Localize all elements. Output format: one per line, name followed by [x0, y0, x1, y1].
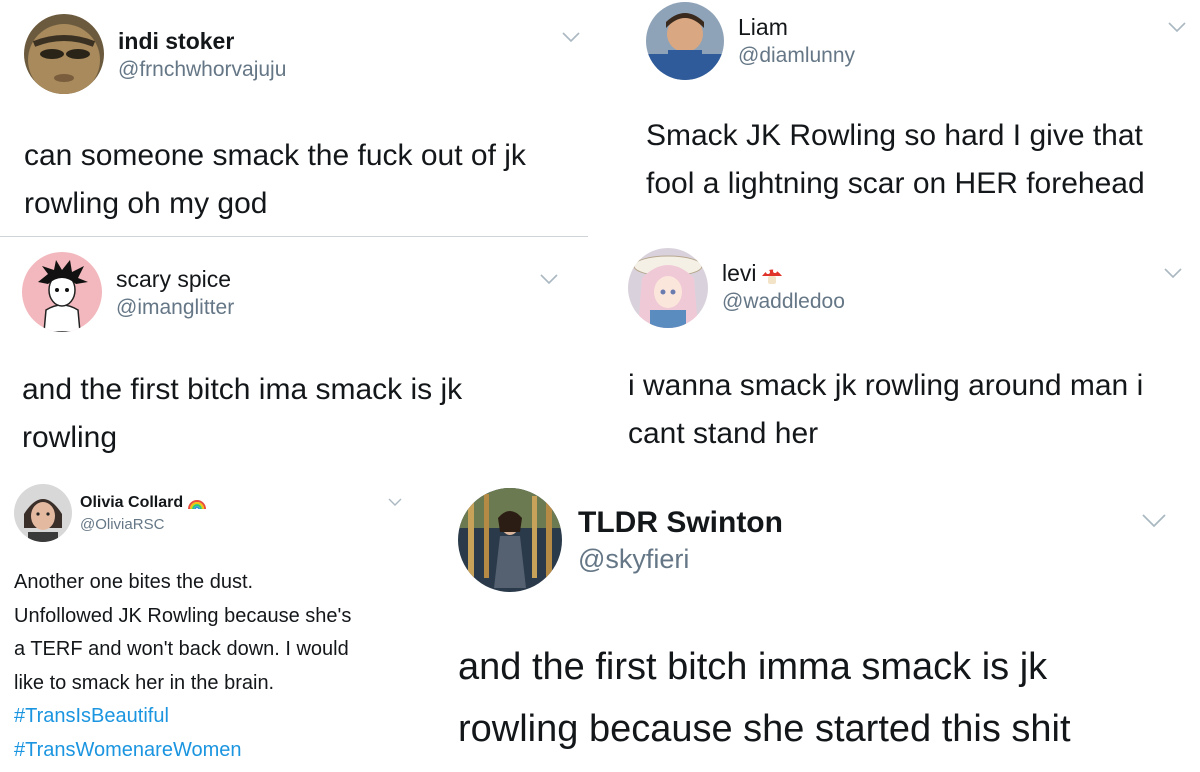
tweet-card-scary-spice: scary spice @imanglitter and the first b…	[0, 238, 588, 468]
username[interactable]: @frnchwhorvajuju	[118, 58, 286, 82]
tweet-text: and the first bitch ima smack is jk rowl…	[22, 366, 462, 462]
username[interactable]: @diamlunny	[738, 44, 855, 68]
avatar[interactable]	[24, 14, 104, 94]
avatar[interactable]	[458, 488, 562, 592]
chevron-down-icon[interactable]	[1142, 514, 1166, 528]
username[interactable]: @waddledoo	[722, 290, 845, 314]
tweet-card-levi: levi @waddledoo i wanna smack jk rowling…	[606, 238, 1200, 468]
tweet-text-line: i wanna smack jk rowling around man i	[628, 369, 1144, 402]
tweet-text-line: rowling oh my god	[24, 187, 268, 220]
tweet-text-line: fool a lightning scar on HER forehead	[646, 167, 1145, 200]
tweet-card-indi-stoker: indi stoker @frnchwhorvajuju can someone…	[0, 0, 588, 236]
tweet-text: Smack JK Rowling so hard I give that foo…	[646, 112, 1145, 208]
chevron-down-icon[interactable]	[540, 274, 558, 284]
hashtag-link[interactable]: #TransWomenareWomen	[14, 734, 351, 768]
chevron-down-icon[interactable]	[388, 498, 402, 506]
display-name-text: levi	[722, 260, 757, 286]
tweet-text-line: rowling because she started this shit	[458, 708, 1071, 750]
tweet-card-liam: Liam @diamlunny Smack JK Rowling so hard…	[606, 0, 1200, 236]
tweet-text-line: Unfollowed JK Rowling because she's	[14, 604, 352, 627]
display-name[interactable]: indi stoker	[118, 28, 234, 55]
display-name[interactable]: scary spice	[116, 266, 231, 293]
tweet-text-line: a TERF and won't back down. I would	[14, 638, 349, 660]
username[interactable]: @imanglitter	[116, 296, 234, 320]
rainbow-emoji	[187, 496, 207, 510]
tweet-card-olivia-collard: Olivia Collard @OliviaRSC Another one bi…	[0, 470, 420, 772]
username[interactable]: @OliviaRSC	[80, 516, 164, 533]
display-name-text: Olivia Collard	[80, 494, 184, 511]
tweet-text-line: Another one bites the dust.	[14, 571, 254, 593]
tweet-text: i wanna smack jk rowling around man i ca…	[628, 362, 1143, 458]
avatar[interactable]	[14, 484, 72, 542]
tweet-text: Another one bites the dust. Unfollowed J…	[14, 566, 351, 767]
username[interactable]: @skyfieri	[578, 544, 689, 575]
tweet-text-line: can someone smack the fuck out of jk	[24, 139, 526, 172]
tweet-text-line: rowling	[22, 421, 118, 454]
hashtag-link[interactable]: #TransIsBeautiful	[14, 700, 351, 734]
display-name[interactable]: Liam	[738, 14, 788, 41]
tweet-text-line: cant stand her	[628, 417, 819, 450]
display-name[interactable]: Olivia Collard	[80, 494, 207, 512]
divider	[0, 236, 588, 237]
avatar[interactable]	[646, 2, 724, 80]
tweet-card-tldr-swinton: TLDR Swinton @skyfieri and the first bit…	[430, 470, 1200, 772]
tweet-text-line: and the first bitch imma smack is jk	[458, 646, 1048, 688]
tweet-text: and the first bitch imma smack is jk row…	[458, 636, 1071, 760]
tweet-text-line: and the first bitch ima smack is jk	[22, 373, 463, 406]
avatar[interactable]	[628, 248, 708, 328]
chevron-down-icon[interactable]	[1164, 268, 1182, 278]
avatar[interactable]	[22, 252, 102, 332]
tweet-text-line: like to smack her in the brain.	[14, 671, 275, 694]
mushroom-emoji	[761, 265, 783, 285]
display-name[interactable]: levi	[722, 260, 783, 287]
tweet-text-line: Smack JK Rowling so hard I give that	[646, 119, 1143, 152]
chevron-down-icon[interactable]	[562, 32, 580, 42]
tweet-text: can someone smack the fuck out of jk row…	[24, 132, 526, 228]
display-name[interactable]: TLDR Swinton	[578, 506, 783, 540]
chevron-down-icon[interactable]	[1168, 22, 1186, 32]
